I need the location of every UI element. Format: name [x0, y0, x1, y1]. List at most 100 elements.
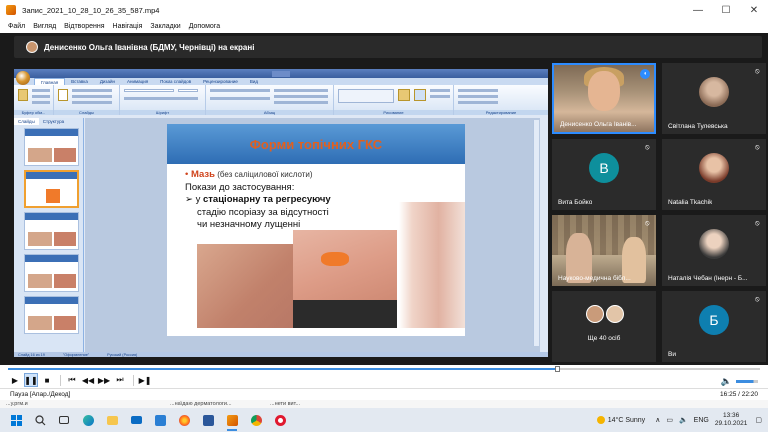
- separator: [133, 374, 134, 386]
- new-slide-icon: [58, 89, 68, 101]
- desktop: Запис_2021_10_28_10_26_35_587.mp4 — ☐ ✕ …: [0, 0, 768, 432]
- participant-tile: В ⦸ Вита Бойко: [552, 139, 656, 210]
- firefox-icon[interactable]: [172, 408, 196, 432]
- media-player-icon: [6, 5, 16, 15]
- participant-initial-avatar: В: [589, 153, 619, 183]
- volume-icon[interactable]: 🔈: [721, 376, 732, 387]
- slide-thumbnail: [24, 296, 79, 334]
- language-indicator[interactable]: ENG: [694, 417, 709, 424]
- skin-photo-2: [293, 230, 397, 300]
- edge-icon[interactable]: [76, 408, 100, 432]
- font-format-icons: [124, 97, 198, 100]
- file-explorer-icon[interactable]: [100, 408, 124, 432]
- mic-muted-icon: ⦸: [645, 220, 650, 227]
- network-icon[interactable]: ▭: [666, 416, 673, 424]
- participant-tile: ⦸ Наталія Чебан (Інерн - Б...: [662, 215, 766, 286]
- skin-photo-1: [197, 244, 293, 328]
- select-icon: [458, 101, 498, 104]
- playback-state: Пауза [Апар./Декод]: [10, 391, 71, 398]
- chrome-icon[interactable]: [244, 408, 268, 432]
- ppt-status-theme: "Оформление": [62, 352, 90, 357]
- volume-tray-icon[interactable]: 🔈: [679, 416, 688, 424]
- shared-screen: Главная Вставка Дизайн Анимация Показ сл…: [14, 69, 548, 357]
- fast-forward-icon[interactable]: ▶▶: [97, 373, 111, 387]
- menu-bookmarks[interactable]: Закладки: [150, 23, 180, 30]
- font-size-select: [178, 89, 198, 92]
- align-icons: [210, 97, 270, 100]
- search-icon[interactable]: [28, 408, 52, 432]
- ppt-ribbon: Буфер обм... Слайды Шрифт Абзац Рисовани…: [14, 85, 548, 115]
- cut-icon: [32, 89, 50, 92]
- clock[interactable]: 13:36 29.10.2021: [715, 412, 748, 428]
- skin-photo-3: [399, 202, 465, 328]
- minimize-button[interactable]: —: [684, 0, 712, 20]
- font-select: [124, 89, 174, 92]
- participant-photo: [699, 153, 729, 183]
- skip-start-icon[interactable]: ⏮: [65, 373, 79, 387]
- office-button-icon: [16, 71, 30, 85]
- mic-active-icon: ◖: [640, 69, 650, 79]
- ppt-tab-review: Рецензирование: [203, 79, 238, 84]
- ppt-tab-slideshow: Показ слайдов: [160, 79, 192, 84]
- ppt-group-label: Буфер обм...: [14, 110, 53, 115]
- participant-name: Денисенко Ольга Іванів...: [560, 121, 637, 128]
- background-text: ...нети вит...: [270, 401, 301, 407]
- slide-thumbnail-selected: [24, 170, 79, 208]
- opera-icon[interactable]: [268, 408, 292, 432]
- shapes-gallery: [338, 89, 394, 103]
- participant-name: Наталія Чебан (Інерн - Б...: [668, 275, 748, 282]
- windows-icon: [10, 414, 22, 426]
- background-window-strip: ...у.ргм.и ...на\даю дерматологи... ...н…: [0, 400, 768, 408]
- menu-navigation[interactable]: Навігація: [113, 23, 143, 30]
- chevron-up-icon[interactable]: ∧: [655, 416, 660, 424]
- playback-controls: ▶ ❚❚ ■ ⏮ ◀◀ ▶▶ ⏭ ▶❚ 🔈: [0, 372, 768, 388]
- shape-fill-icon: [430, 89, 450, 92]
- menu-view[interactable]: Вигляд: [33, 23, 56, 30]
- player-status-bar: Пауза [Апар./Декод] 16:25 / 22:20: [0, 388, 768, 400]
- participant-name: Natalia Tkachik: [668, 199, 713, 206]
- stop-button[interactable]: ■: [40, 373, 54, 387]
- ppt-panel-tab-slides: Слайды: [14, 118, 39, 125]
- participant-tile: ⦸ Світлана Тулевська: [662, 63, 766, 134]
- window-controls: — ☐ ✕: [684, 0, 768, 20]
- media-player-taskbar-icon[interactable]: [220, 408, 244, 432]
- mail-icon[interactable]: [124, 408, 148, 432]
- word-icon[interactable]: [196, 408, 220, 432]
- slide-bullet-1: • Мазь (без саліцилової кислоти): [185, 169, 447, 182]
- ppt-group-slides: Слайды: [54, 85, 120, 115]
- close-button[interactable]: ✕: [740, 0, 768, 20]
- task-view-icon[interactable]: [52, 408, 76, 432]
- pause-button[interactable]: ❚❚: [24, 373, 38, 387]
- participant-photo: [699, 77, 729, 107]
- ppt-titlebar: [14, 69, 548, 78]
- rewind-icon[interactable]: ◀◀: [81, 373, 95, 387]
- maximize-button[interactable]: ☐: [712, 0, 740, 20]
- slide-line-3-bold: стаціонарну та регресуючу: [203, 194, 331, 205]
- menu-playback[interactable]: Відтворення: [64, 23, 104, 30]
- participant-name: Ви: [668, 351, 676, 358]
- volume-slider[interactable]: [736, 380, 758, 383]
- volume-control[interactable]: 🔈: [721, 376, 758, 387]
- weather-text: 14°C Sunny: [607, 416, 646, 424]
- slide-thumbnail: [24, 128, 79, 166]
- participant-initial-avatar: Б: [699, 305, 729, 335]
- frame-step-icon[interactable]: ▶❚: [138, 373, 152, 387]
- layout-icon: [72, 89, 112, 92]
- participant-tile: ⦸ Natalia Tkachik: [662, 139, 766, 210]
- more-participants-avatars: [586, 305, 626, 323]
- start-button[interactable]: [4, 408, 28, 432]
- menu-file[interactable]: Файл: [8, 23, 25, 30]
- play-button[interactable]: ▶: [8, 373, 22, 387]
- screen-share-banner: Денисенко Ольга Іванівна (БДМУ, Чернівці…: [14, 36, 762, 58]
- ppt-group-label: Рисование: [334, 110, 453, 115]
- video-frame: Денисенко Ольга Іванівна (БДМУ, Чернівці…: [0, 33, 768, 365]
- ppt-group-font: Шрифт: [120, 85, 206, 115]
- quick-styles-icon: [414, 89, 426, 101]
- mic-muted-icon: ⦸: [755, 296, 760, 303]
- weather-widget[interactable]: 14°C Sunny: [596, 416, 646, 424]
- store-icon[interactable]: [148, 408, 172, 432]
- participant-tile-self: Б ⦸ Ви: [662, 291, 766, 362]
- skip-end-icon[interactable]: ⏭: [113, 373, 127, 387]
- menu-help[interactable]: Допомога: [189, 23, 220, 30]
- notifications-icon[interactable]: ▢: [755, 416, 762, 424]
